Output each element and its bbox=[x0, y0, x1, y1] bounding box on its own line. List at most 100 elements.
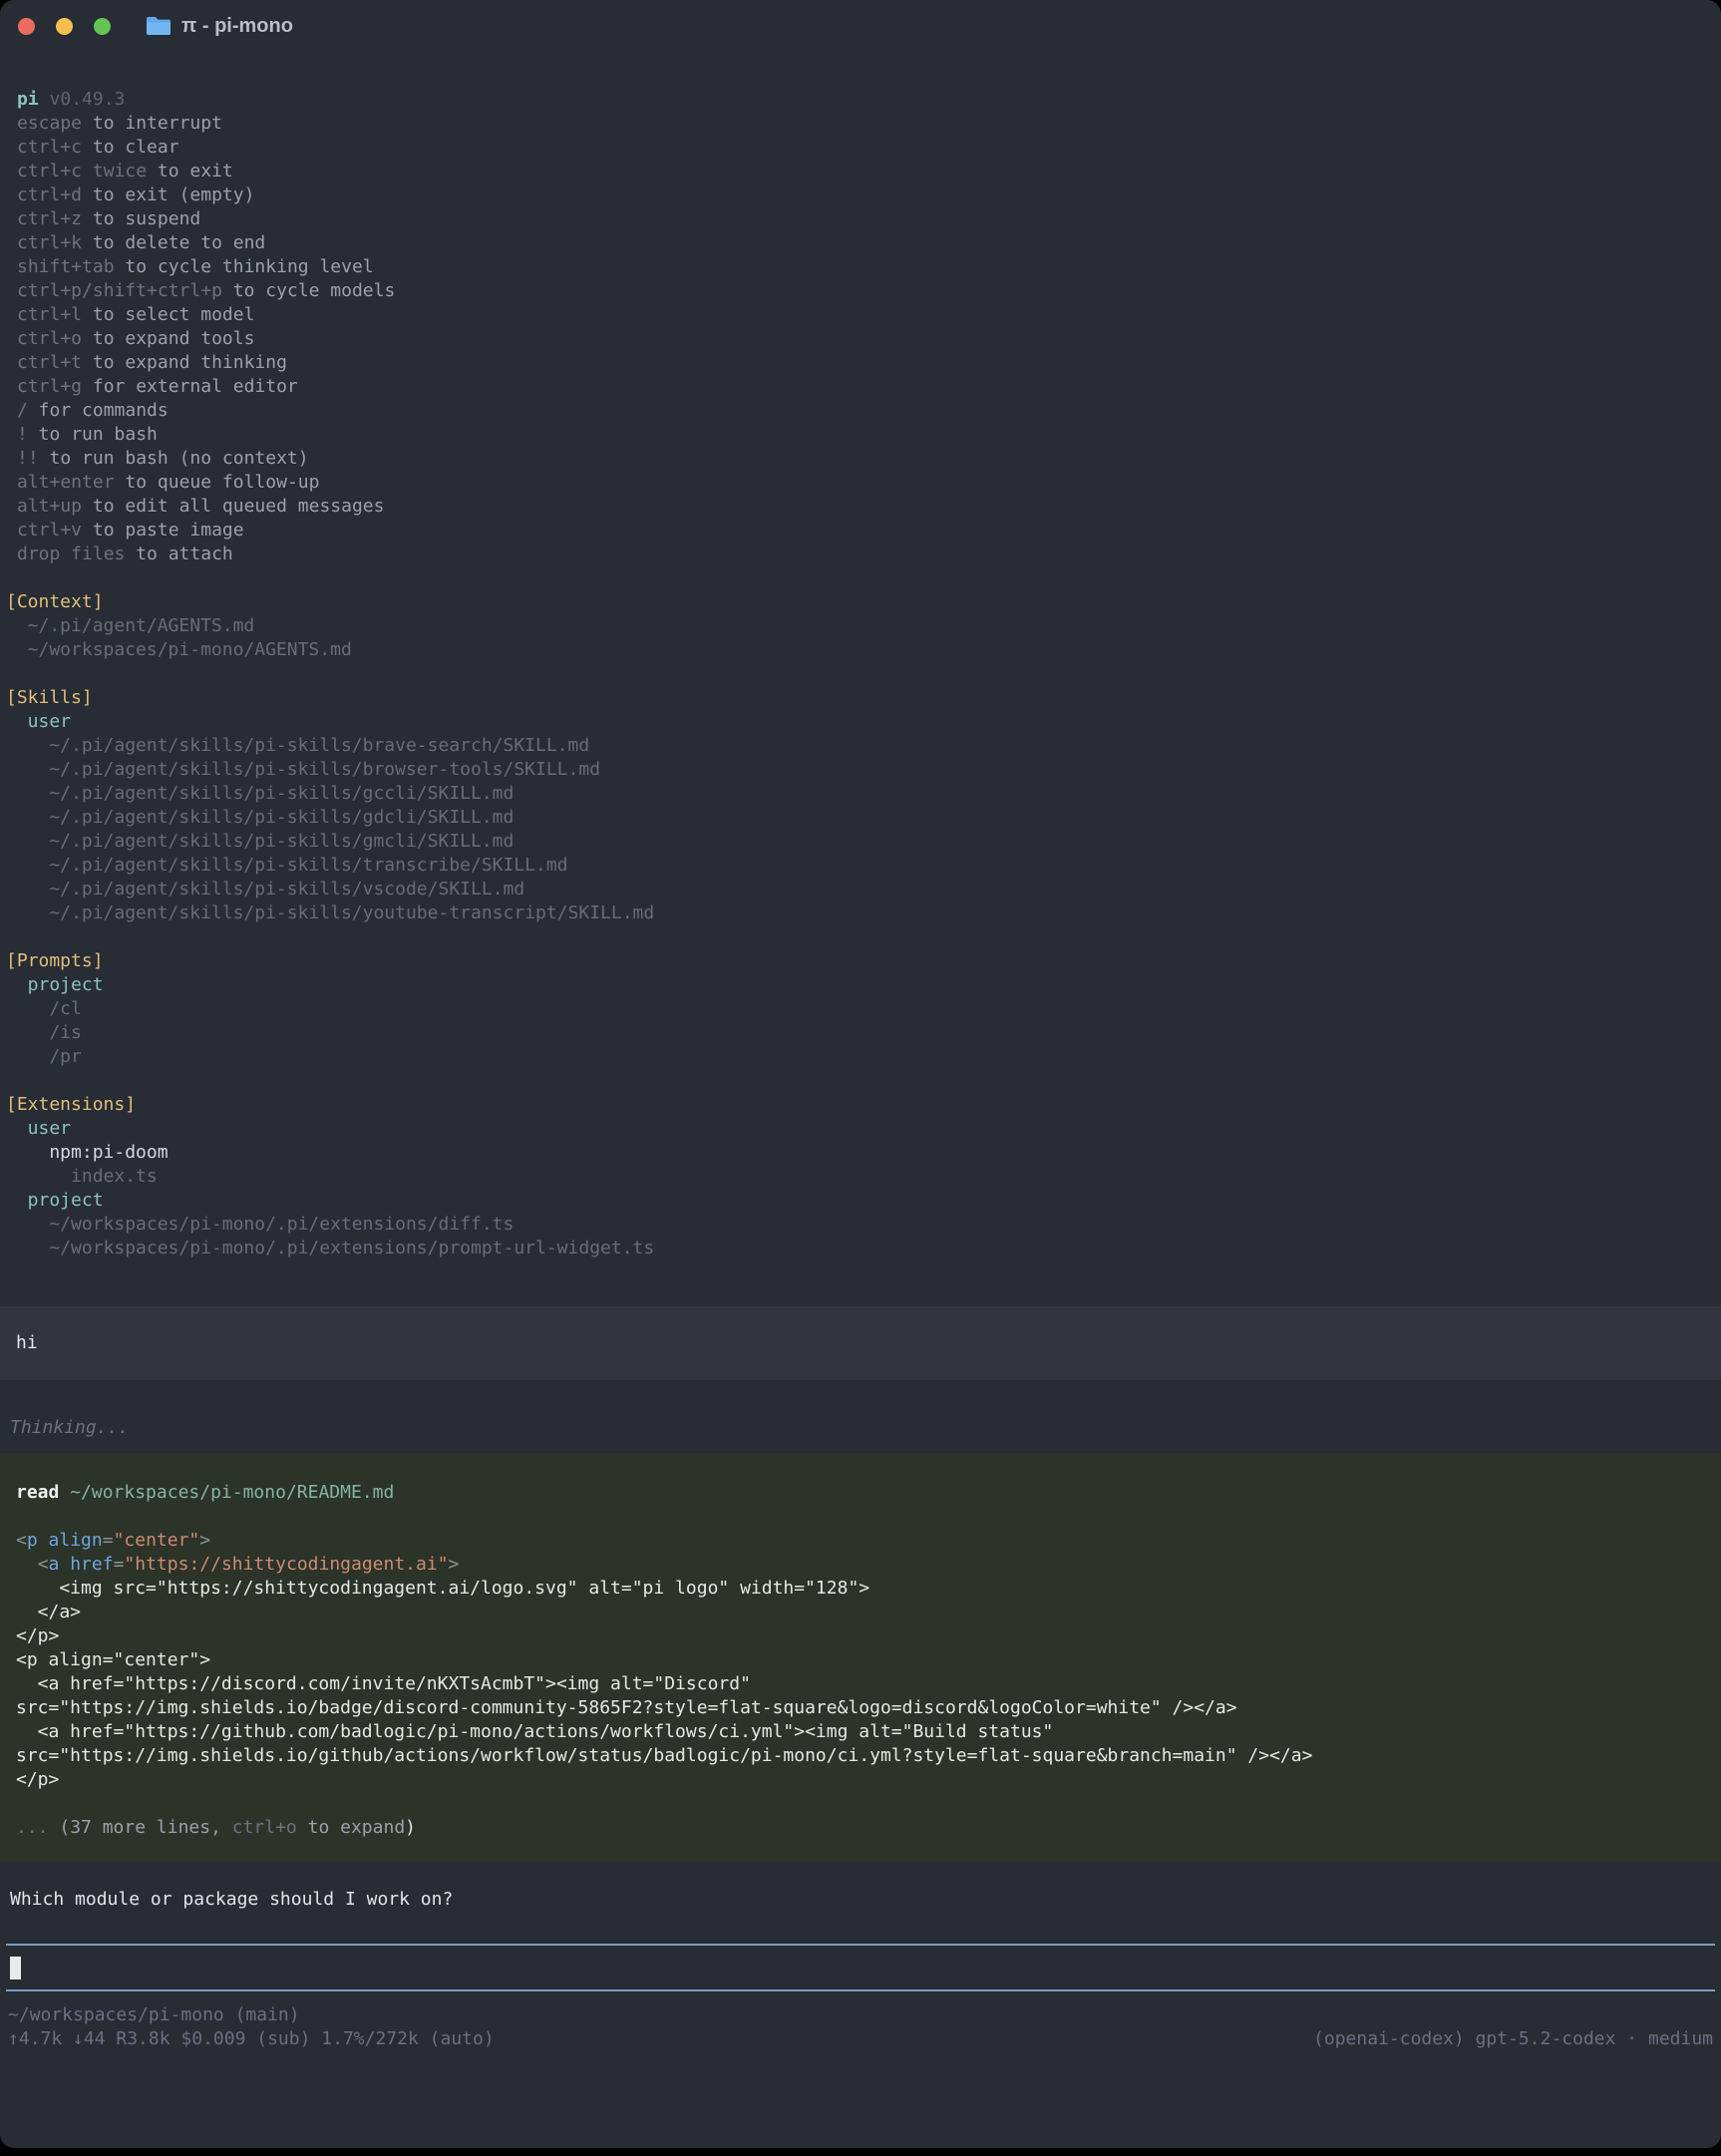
text-token: to edit all queued messages bbox=[82, 496, 384, 517]
text-token: ~/workspaces/pi-mono/.pi/extensions/diff… bbox=[6, 1214, 514, 1235]
text-token: to expand tools bbox=[82, 328, 254, 349]
shortcut-line: ctrl+t to expand thinking bbox=[6, 351, 1721, 375]
text-token: to exit bbox=[147, 161, 233, 181]
section-item: user bbox=[6, 710, 1721, 734]
section-item: ~/.pi/agent/AGENTS.md bbox=[6, 614, 1721, 638]
zoom-button[interactable] bbox=[94, 18, 111, 35]
user-message-text: hi bbox=[16, 1331, 1705, 1355]
model-indicator: (openai-codex) gpt-5.2-codex · medium bbox=[1313, 2027, 1713, 2051]
tool-output-code: <p align="center"> <a href="https://shit… bbox=[16, 1529, 1705, 1792]
message-input[interactable] bbox=[6, 1944, 1715, 1991]
text-token: to cycle thinking level bbox=[115, 256, 374, 277]
text-token: <a href="https://discord.com/invite/nKXT… bbox=[16, 1673, 751, 1694]
text-token: to attach bbox=[125, 543, 232, 564]
text-token bbox=[16, 1554, 38, 1575]
text-token: ) bbox=[405, 1817, 416, 1838]
text-token: /pr bbox=[6, 1046, 82, 1067]
section-item: /is bbox=[6, 1021, 1721, 1045]
shortcut-line: drop files to attach bbox=[6, 542, 1721, 566]
shortcut-line: ! to run bash bbox=[6, 423, 1721, 447]
terminal-content: pi v0.49.3 escape to interruptctrl+c to … bbox=[0, 88, 1721, 2051]
shortcut-line: ctrl+o to expand tools bbox=[6, 327, 1721, 351]
section-item: npm:pi-doom bbox=[6, 1141, 1721, 1165]
section-header: [Skills] bbox=[6, 686, 1721, 710]
tool-call-header: read ~/workspaces/pi-mono/README.md bbox=[16, 1481, 1705, 1505]
text-token: index.ts bbox=[6, 1166, 158, 1187]
section-item: index.ts bbox=[6, 1165, 1721, 1189]
text-token: (37 more lines, bbox=[59, 1817, 231, 1838]
shortcut-line: escape to interrupt bbox=[6, 112, 1721, 136]
text-token: ctrl+k bbox=[17, 232, 82, 253]
text-token: ctrl+v bbox=[17, 520, 82, 540]
text-token: ctrl+t bbox=[17, 352, 82, 373]
text-token: ~/.pi/agent/skills/pi-skills/youtube-tra… bbox=[6, 902, 654, 923]
text-token: > bbox=[449, 1554, 460, 1575]
app-version: v0.49.3 bbox=[50, 89, 126, 110]
text-token: to expand thinking bbox=[82, 352, 287, 373]
code-line: </a> bbox=[16, 1601, 1705, 1624]
section-header: [Extensions] bbox=[6, 1093, 1721, 1117]
shortcut-line: ctrl+z to suspend bbox=[6, 207, 1721, 231]
close-button[interactable] bbox=[18, 18, 35, 35]
text-token: to interrupt bbox=[82, 113, 222, 134]
text-token: project bbox=[6, 974, 104, 995]
thinking-indicator: Thinking... bbox=[0, 1416, 1721, 1440]
text-token: user bbox=[6, 711, 71, 732]
cwd-branch: ~/workspaces/pi-mono (main) bbox=[8, 2003, 1713, 2027]
section-item: project bbox=[6, 1189, 1721, 1213]
text-token: to expand bbox=[297, 1817, 405, 1838]
window-titlebar: π - pi-mono bbox=[0, 0, 1721, 52]
shortcut-line: ctrl+l to select model bbox=[6, 303, 1721, 327]
text-token: to paste image bbox=[82, 520, 244, 540]
shortcut-line: ctrl+c twice to exit bbox=[6, 160, 1721, 183]
section-item: ~/workspaces/pi-mono/.pi/extensions/prom… bbox=[6, 1237, 1721, 1260]
section-item: ~/.pi/agent/skills/pi-skills/vscode/SKIL… bbox=[6, 878, 1721, 901]
text-token: "center" bbox=[114, 1530, 200, 1551]
shortcut-help-list: escape to interruptctrl+c to clearctrl+c… bbox=[6, 112, 1721, 566]
startup-banner: pi v0.49.3 escape to interruptctrl+c to … bbox=[0, 88, 1721, 566]
text-token: </a> bbox=[16, 1602, 81, 1622]
section-item: ~/.pi/agent/skills/pi-skills/gdcli/SKILL… bbox=[6, 806, 1721, 830]
text-token: ~/.pi/agent/skills/pi-skills/brave-searc… bbox=[6, 735, 589, 756]
shortcut-line: ctrl+p/shift+ctrl+p to cycle models bbox=[6, 279, 1721, 303]
tool-argument-path: ~/workspaces/pi-mono/README.md bbox=[70, 1482, 394, 1503]
info-section: [Extensions] user npm:pi-doom index.ts p… bbox=[6, 1093, 1721, 1260]
text-token: ctrl+z bbox=[17, 208, 82, 229]
text-token: to cycle models bbox=[222, 280, 395, 301]
minimize-button[interactable] bbox=[56, 18, 73, 35]
text-token: = bbox=[103, 1530, 114, 1551]
text-token: /is bbox=[6, 1022, 82, 1043]
info-section: [Context] ~/.pi/agent/AGENTS.md ~/worksp… bbox=[6, 590, 1721, 662]
text-token: < bbox=[38, 1554, 49, 1575]
code-line: src="https://img.shields.io/badge/discor… bbox=[16, 1696, 1705, 1720]
status-bar: ~/workspaces/pi-mono (main) ↑4.7k ↓44 R3… bbox=[0, 2003, 1721, 2051]
text-token: [Skills] bbox=[6, 687, 93, 708]
text-token: <a href="https://github.com/badlogic/pi-… bbox=[16, 1721, 1053, 1742]
code-line: <p align="center"> bbox=[16, 1529, 1705, 1553]
text-token: ctrl+p/shift+ctrl+p bbox=[17, 280, 222, 301]
text-token bbox=[59, 1554, 70, 1575]
text-token: "https://shittycodingagent.ai" bbox=[124, 1554, 448, 1575]
text-token: align bbox=[49, 1530, 103, 1551]
text-token: npm:pi-doom bbox=[6, 1142, 169, 1163]
text-token: ctrl+g bbox=[17, 376, 82, 397]
text-token: ! bbox=[17, 424, 28, 445]
text-token: to clear bbox=[82, 137, 179, 158]
text-token: ~/.pi/agent/skills/pi-skills/browser-too… bbox=[6, 759, 600, 780]
code-line: <a href="https://discord.com/invite/nKXT… bbox=[16, 1672, 1705, 1696]
text-token: to run bash bbox=[28, 424, 158, 445]
text-token: ctrl+c bbox=[17, 137, 82, 158]
text-token: ctrl+c twice bbox=[17, 161, 147, 181]
text-token: ~/workspaces/pi-mono/.pi/extensions/prom… bbox=[6, 1238, 654, 1258]
text-token: a bbox=[49, 1554, 60, 1575]
shortcut-line: ctrl+g for external editor bbox=[6, 375, 1721, 399]
app-name: pi bbox=[17, 89, 39, 110]
section-item: /cl bbox=[6, 997, 1721, 1021]
expand-hint: ... (37 more lines, ctrl+o to expand) bbox=[16, 1816, 1705, 1840]
shortcut-line: alt+up to edit all queued messages bbox=[6, 495, 1721, 519]
terminal-window: π - pi-mono pi v0.49.3 escape to interru… bbox=[0, 0, 1721, 2148]
assistant-message: Which module or package should I work on… bbox=[0, 1888, 1721, 1912]
text-token: ... bbox=[16, 1817, 59, 1838]
shortcut-line: ctrl+k to delete to end bbox=[6, 231, 1721, 255]
window-controls bbox=[18, 18, 132, 35]
